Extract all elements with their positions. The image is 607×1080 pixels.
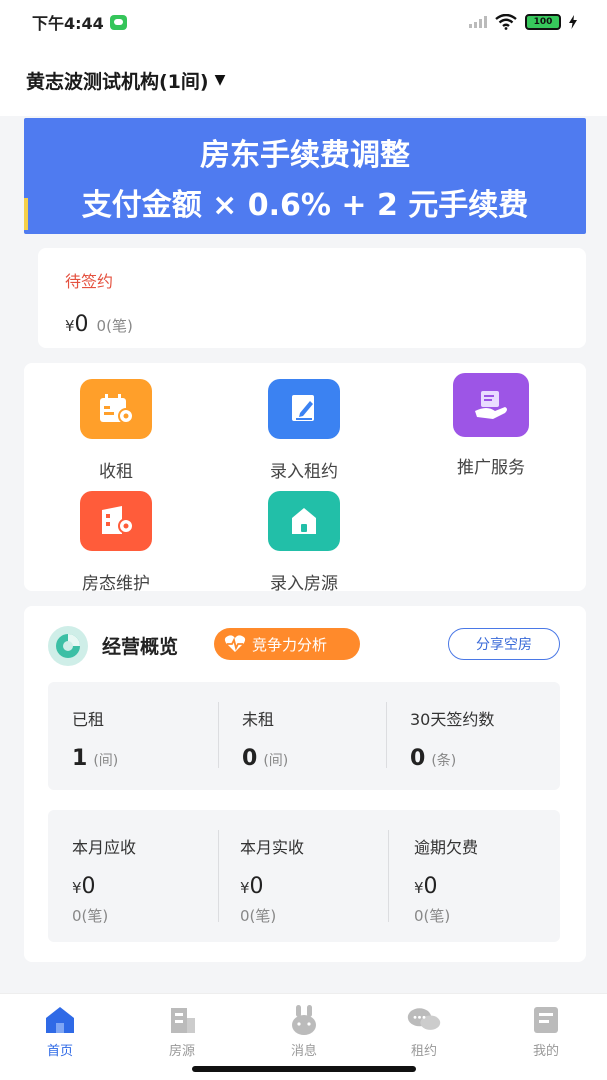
- wifi-icon: [495, 14, 517, 30]
- action-label: 房态维护: [82, 574, 150, 594]
- building-gear-icon: [80, 491, 152, 551]
- bunny-message-icon: [286, 1004, 322, 1036]
- stat-unit: (条): [431, 753, 457, 769]
- tab-messages[interactable]: 消息: [264, 1004, 344, 1059]
- action-label: 录入租约: [270, 462, 338, 482]
- overview-title: 经营概览: [102, 636, 179, 658]
- wechat-notification-icon: [109, 14, 127, 30]
- stat-month-receivable[interactable]: 本月应收 ¥ 0 0(笔): [72, 834, 136, 926]
- occupancy-stats: 已租 1 (间) 未租 0 (间) 30天签约数 0 (条): [48, 682, 560, 790]
- tab-label: 消息: [290, 1044, 317, 1059]
- competitiveness-analysis-button[interactable]: 竞争力分析: [214, 628, 360, 660]
- stat-number: 0: [423, 874, 438, 899]
- stat-unit: (间): [263, 753, 289, 769]
- calendar-icon: [80, 379, 152, 439]
- action-room-status[interactable]: 房态维护: [36, 491, 196, 594]
- contract-edit-icon: [268, 379, 340, 439]
- stat-label: 已租: [72, 710, 105, 729]
- stat-value: 0 (条): [410, 746, 494, 771]
- share-vacancy-button[interactable]: 分享空房: [448, 628, 560, 660]
- stat-unit: (间): [93, 753, 119, 769]
- divider: [218, 702, 219, 768]
- action-enter-listing[interactable]: 录入房源: [224, 491, 384, 594]
- stat-number: 0: [249, 874, 264, 899]
- action-label: 推广服务: [457, 458, 525, 478]
- stat-rented[interactable]: 已租 1 (间): [72, 706, 118, 771]
- header: 黄志波测试机构(1间) ▼: [0, 44, 607, 116]
- finance-stats: 本月应收 ¥ 0 0(笔) 本月实收 ¥ 0 0(笔) 逾期欠费 ¥ 0 0(笔…: [48, 810, 560, 942]
- building-icon: [164, 1004, 200, 1036]
- status-bar: 下午4:44 100: [0, 0, 607, 44]
- action-promotion-service[interactable]: 推广服务: [411, 373, 571, 478]
- banner-subline: 支付金额 × 0.6% + 2 元手续费: [81, 188, 529, 223]
- pending-title: 待签约: [65, 272, 114, 291]
- action-label: 收租: [99, 462, 133, 482]
- stat-label: 逾期欠费: [414, 838, 479, 857]
- currency-symbol: ¥: [65, 317, 75, 335]
- tab-label: 租约: [410, 1044, 437, 1059]
- stat-number: 0: [242, 746, 258, 771]
- chat-bubbles-icon: [406, 1004, 442, 1036]
- currency-symbol: ¥: [414, 879, 424, 897]
- status-left: 下午4:44: [32, 10, 127, 34]
- pie-chart-icon: [48, 626, 88, 666]
- tab-label: 首页: [46, 1044, 73, 1059]
- business-overview-card: 经营概览 竞争力分析 分享空房 已租 1 (间) 未租 0 (间) 30天签约数…: [24, 606, 586, 962]
- stat-label: 未租: [242, 710, 275, 729]
- pending-count: 0(笔): [96, 317, 133, 335]
- action-collect-rent[interactable]: 收租: [36, 379, 196, 482]
- tab-label: 房源: [168, 1044, 195, 1059]
- home-icon: [42, 1004, 78, 1036]
- stat-number: 0: [410, 746, 426, 771]
- stat-label: 30天签约数: [410, 710, 495, 729]
- tab-label: 我的: [532, 1044, 559, 1059]
- stat-overdue[interactable]: 逾期欠费 ¥ 0 0(笔): [414, 834, 478, 926]
- action-label: 录入房源: [270, 574, 338, 594]
- stat-30day-signed[interactable]: 30天签约数 0 (条): [410, 706, 494, 771]
- stat-count: 0(笔): [414, 907, 451, 925]
- stat-number: 1: [72, 746, 88, 771]
- stat-count: 0(笔): [72, 907, 109, 925]
- status-right: 100: [469, 14, 577, 30]
- stat-vacant[interactable]: 未租 0 (间): [242, 706, 288, 771]
- tab-profile[interactable]: 我的: [506, 1004, 586, 1059]
- stat-label: 本月应收: [72, 838, 137, 857]
- charging-icon: [569, 15, 577, 29]
- stat-value: ¥ 0: [72, 874, 136, 899]
- stat-value: ¥ 0: [414, 874, 478, 899]
- stat-count: 0(笔): [240, 907, 277, 925]
- action-enter-lease[interactable]: 录入租约: [224, 379, 384, 482]
- promo-banner[interactable]: 房东手续费调整 支付金额 × 0.6% + 2 元手续费: [24, 118, 586, 234]
- divider: [218, 830, 219, 922]
- status-time: 下午4:44: [32, 14, 104, 33]
- banner-headline: 房东手续费调整: [200, 138, 410, 173]
- stat-value: ¥ 0: [240, 874, 304, 899]
- divider: [386, 702, 387, 768]
- tab-home[interactable]: 首页: [20, 1004, 100, 1059]
- pending-amount-value: 0: [74, 312, 89, 337]
- stat-number: 0: [81, 874, 96, 899]
- org-selector-title[interactable]: 黄志波测试机构(1间): [26, 67, 209, 94]
- competitiveness-label: 竞争力分析: [252, 635, 328, 654]
- quick-actions-card: 收租 录入租约 推广服务 房态维护 录入房源: [24, 363, 586, 594]
- house-add-icon: [268, 491, 340, 551]
- signal-icon: [469, 16, 487, 28]
- stat-value: 1 (间): [72, 746, 118, 771]
- battery-icon: 100: [525, 14, 561, 30]
- pending-amount: ¥ 0 0(笔): [65, 312, 133, 337]
- divider: [388, 830, 389, 922]
- tab-leases[interactable]: 租约: [384, 1004, 464, 1059]
- currency-symbol: ¥: [72, 879, 82, 897]
- stat-month-received[interactable]: 本月实收 ¥ 0 0(笔): [240, 834, 304, 926]
- pulse-heart-icon: [224, 635, 246, 652]
- promotion-hand-icon: [453, 373, 529, 437]
- pending-sign-card[interactable]: 待签约 ¥ 0 0(笔): [38, 248, 586, 348]
- caret-down-icon[interactable]: ▼: [215, 72, 226, 88]
- home-indicator[interactable]: [192, 1066, 416, 1072]
- stat-label: 本月实收: [240, 838, 305, 857]
- profile-card-icon: [528, 1004, 564, 1036]
- tab-listings[interactable]: 房源: [142, 1004, 222, 1059]
- currency-symbol: ¥: [240, 879, 250, 897]
- stat-value: 0 (间): [242, 746, 288, 771]
